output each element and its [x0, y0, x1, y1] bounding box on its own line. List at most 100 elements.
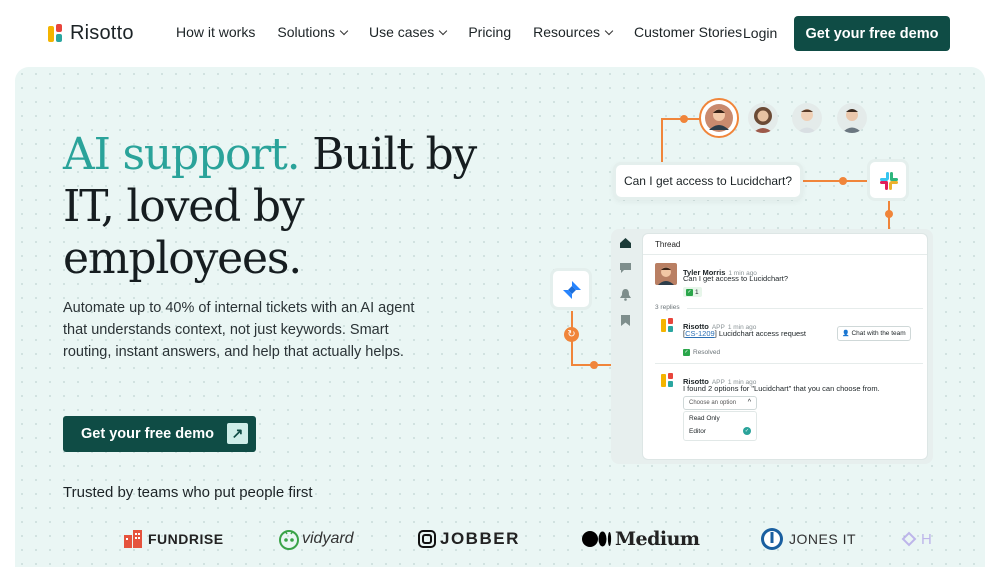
jobber-wordmark: JOBBER [440, 529, 520, 548]
logo-text: Risotto [70, 22, 134, 44]
home-icon[interactable] [619, 237, 632, 249]
resolved-label: Resolved [693, 349, 721, 356]
jones-it-wordmark: JONES IT [789, 531, 857, 547]
hero-demo-button[interactable]: Get your free demo ↗ [63, 416, 256, 452]
option-editor[interactable]: Editor [689, 428, 706, 435]
nav-demo-button[interactable]: Get your free demo [794, 16, 950, 51]
partial-logo-icon [901, 531, 917, 547]
fundrise-wordmark: FUNDRISE [148, 531, 224, 547]
nav-label: Use cases [368, 24, 435, 40]
bell-icon[interactable] [619, 288, 632, 301]
thread-view: Thread Tyler Morris 1 min ago Can I get a… [642, 233, 928, 460]
risotto-logo[interactable]: Risotto [48, 22, 134, 45]
hero-headline: AI support. Built by IT, loved by employ… [63, 129, 503, 285]
vidyard-wordmark: vidyard [302, 530, 354, 547]
jira-icon [563, 281, 581, 299]
risotto-logo-icon [48, 23, 64, 44]
nav-pricing[interactable]: Pricing [468, 24, 511, 40]
nav-solutions[interactable]: Solutions [277, 24, 349, 40]
nav-resources[interactable]: Resources [533, 24, 614, 40]
chevron-down-icon [339, 26, 349, 35]
login-link[interactable]: Login [743, 25, 777, 41]
chevron-down-icon [439, 26, 448, 35]
resolved-status: ✓ Resolved [683, 349, 720, 356]
jones-it-icon [761, 528, 783, 550]
divider [687, 308, 923, 309]
avatar-man-3-icon [837, 103, 867, 133]
tyler-avatar [655, 263, 677, 285]
avatar-man-3 [837, 103, 867, 133]
avatar-man-icon [705, 104, 733, 132]
nav-label: Resources [533, 24, 601, 40]
nav-label: Pricing [468, 24, 512, 40]
hero-cta-label: Get your free demo [81, 426, 214, 442]
active-avatar-ring [699, 98, 739, 138]
people-icon: 👤 [842, 331, 850, 337]
nav-use-cases[interactable]: Use cases [368, 24, 448, 40]
ticket-link[interactable]: CS-1209 [685, 329, 715, 338]
reaction-count: 1 [695, 288, 699, 296]
connector-dot [885, 210, 893, 218]
question-bubble: Can I get access to Lucidchart? [613, 162, 803, 200]
connector-dot [680, 115, 688, 123]
vidyard-logo: vidyard [278, 522, 354, 556]
divider [643, 254, 927, 255]
jobber-icon [418, 530, 436, 548]
slack-icon [880, 172, 898, 190]
selected-check-icon: ✓ [743, 427, 751, 435]
connector-line [661, 118, 663, 163]
avatar-woman-icon [748, 103, 778, 133]
sync-icon: ↻ [564, 327, 579, 342]
jones-it-logo: JONES IT [760, 522, 856, 556]
msg3-text: I found 2 options for "Lucidchart" that … [683, 384, 880, 393]
chat-with-team-button[interactable]: 👤 Chat with the team [837, 326, 911, 341]
slack-box [867, 159, 909, 201]
avatar-man-2 [792, 103, 822, 133]
headline-accent: AI support. [63, 129, 301, 180]
trusted-heading: Trusted by teams who put people first [63, 484, 313, 501]
nav-how-it-works[interactable]: How it works [176, 24, 255, 40]
customer-logos: FUNDRISE vidyard JOBBER Medium JONES IT … [15, 522, 985, 558]
divider [655, 363, 923, 364]
medium-logo: Medium [582, 522, 700, 556]
select-placeholder: Choose an option [689, 400, 737, 406]
bookmark-icon[interactable] [620, 314, 631, 327]
option-list: Read Only Editor ✓ [683, 411, 757, 441]
jobber-logo: JOBBER [418, 522, 520, 556]
msg2-text: [CS-1209] Lucidchart access request [683, 329, 807, 338]
check-icon: ✓ [686, 288, 693, 296]
nav-label: Solutions [277, 24, 335, 40]
nav-label: Customer Stories [634, 24, 743, 40]
msg2-body: Lucidchart access request [716, 329, 807, 338]
chat-panel: Thread Tyler Morris 1 min ago Can I get a… [611, 229, 933, 464]
medium-icon [582, 531, 612, 547]
top-nav: Risotto How it works Solutions Use cases… [0, 0, 1000, 67]
replies-count: 3 replies [655, 304, 680, 311]
risotto-app-icon [661, 318, 675, 334]
thread-title: Thread [655, 240, 681, 249]
connector-line [803, 180, 869, 182]
jira-box [550, 268, 592, 310]
nav-customer-stories[interactable]: Customer Stories [634, 24, 742, 40]
reaction-chip[interactable]: ✓ 1 [683, 287, 702, 297]
chat-sidebar [611, 229, 641, 464]
fundrise-icon [124, 530, 142, 548]
partial-logo: H [901, 522, 932, 556]
option-read-only[interactable]: Read Only [689, 415, 720, 422]
check-icon: ✓ [683, 349, 690, 356]
vidyard-icon [279, 530, 299, 550]
avatar-man-2-icon [792, 103, 822, 133]
nav-links: How it works Solutions Use cases Pricing… [176, 24, 764, 40]
msg1-text: Can I get access to Lucidchart? [683, 274, 789, 283]
partial-logo-wordmark: H [921, 530, 932, 548]
connector-dot [590, 361, 598, 369]
chevron-up-icon: ^ [747, 399, 751, 406]
option-select[interactable]: Choose an option ^ [683, 396, 757, 410]
arrow-up-right-icon: ↗ [227, 423, 248, 444]
messages-icon[interactable] [619, 262, 632, 274]
chat-team-label: Chat with the team [851, 330, 906, 337]
connector-dot [839, 177, 847, 185]
risotto-app-icon [661, 373, 675, 389]
avatar-woman [748, 103, 778, 133]
medium-wordmark: Medium [615, 528, 700, 550]
